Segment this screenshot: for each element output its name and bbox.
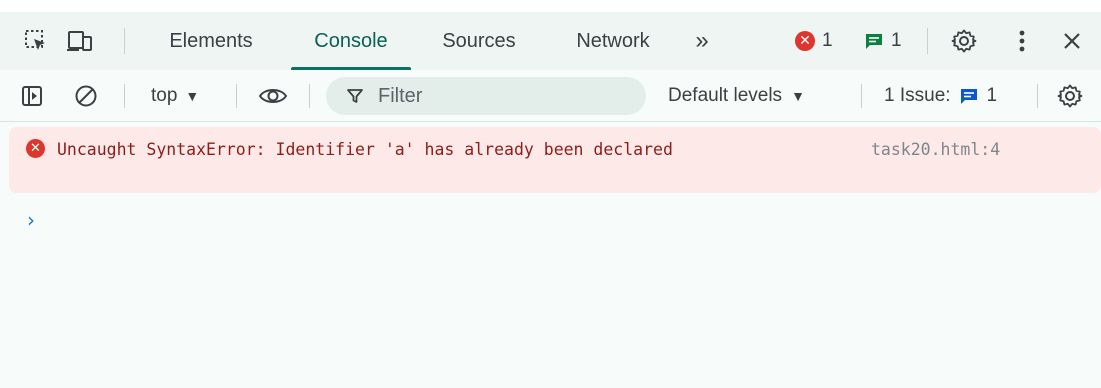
tabbar-strip: Elements Console Sources Network » ✕ 1 1 xyxy=(0,12,1101,70)
issue-icon xyxy=(959,87,979,105)
tab-elements[interactable]: Elements xyxy=(152,12,270,70)
message-count-badge[interactable]: 1 xyxy=(864,12,902,70)
error-icon: ✕ xyxy=(795,31,815,51)
filter-funnel-icon xyxy=(346,87,364,105)
divider xyxy=(927,28,928,54)
more-options-kebab-icon[interactable] xyxy=(1000,12,1044,70)
caret-down-icon: ▼ xyxy=(791,88,805,104)
divider xyxy=(124,28,125,54)
console-prompt[interactable]: › xyxy=(0,200,1101,240)
message-icon xyxy=(864,32,884,50)
more-tabs-button[interactable]: » xyxy=(684,12,720,70)
filter-placeholder: Filter xyxy=(378,84,423,107)
inspect-element-icon[interactable] xyxy=(14,12,58,70)
filter-input[interactable]: Filter xyxy=(326,77,646,115)
caret-down-icon: ▼ xyxy=(185,88,200,104)
divider xyxy=(1037,84,1038,108)
error-message-text: Uncaught SyntaxError: Identifier 'a' has… xyxy=(57,140,673,159)
context-selector[interactable]: top ▼ xyxy=(151,70,199,122)
divider xyxy=(124,84,125,108)
close-icon[interactable] xyxy=(1050,12,1094,70)
settings-gear-icon[interactable] xyxy=(942,12,986,70)
sidebar-toggle-icon[interactable] xyxy=(14,70,50,122)
context-value: top xyxy=(151,85,178,106)
tab-console[interactable]: Console xyxy=(291,12,411,70)
error-count-badge[interactable]: ✕ 1 xyxy=(795,12,833,70)
error-icon: ✕ xyxy=(26,139,45,158)
live-expression-eye-icon[interactable] xyxy=(254,70,292,122)
divider xyxy=(309,84,310,108)
console-toolbar: top ▼ Filter Default levels ▼ 1 Issue: 1 xyxy=(0,70,1101,122)
tab-label: Elements xyxy=(169,29,253,52)
error-source-link[interactable]: task20.html:4 xyxy=(871,138,1000,162)
chevron-double-right-icon: » xyxy=(695,27,709,54)
tab-label: Network xyxy=(576,29,650,52)
tab-network[interactable]: Network xyxy=(560,12,666,70)
message-count: 1 xyxy=(891,30,902,51)
tab-label: Console xyxy=(314,29,388,52)
issues-button[interactable]: 1 Issue: 1 xyxy=(884,70,997,122)
divider xyxy=(236,84,237,108)
tab-sources[interactable]: Sources xyxy=(426,12,532,70)
issues-label: 1 Issue: xyxy=(884,85,951,106)
prompt-chevron-icon: › xyxy=(27,208,35,232)
console-error-message: ✕ Uncaught SyntaxError: Identifier 'a' h… xyxy=(9,127,1101,193)
issues-count: 1 xyxy=(986,85,998,106)
devtools-panel: Elements Console Sources Network » ✕ 1 1… xyxy=(0,0,1101,388)
divider xyxy=(861,84,862,108)
levels-label: Default levels xyxy=(668,85,783,106)
error-count: 1 xyxy=(822,30,833,51)
log-levels-dropdown[interactable]: Default levels ▼ xyxy=(668,70,805,122)
device-toolbar-icon[interactable] xyxy=(58,12,102,70)
console-settings-gear-icon[interactable] xyxy=(1052,70,1088,122)
clear-console-icon[interactable] xyxy=(68,70,104,122)
tab-label: Sources xyxy=(442,29,516,52)
